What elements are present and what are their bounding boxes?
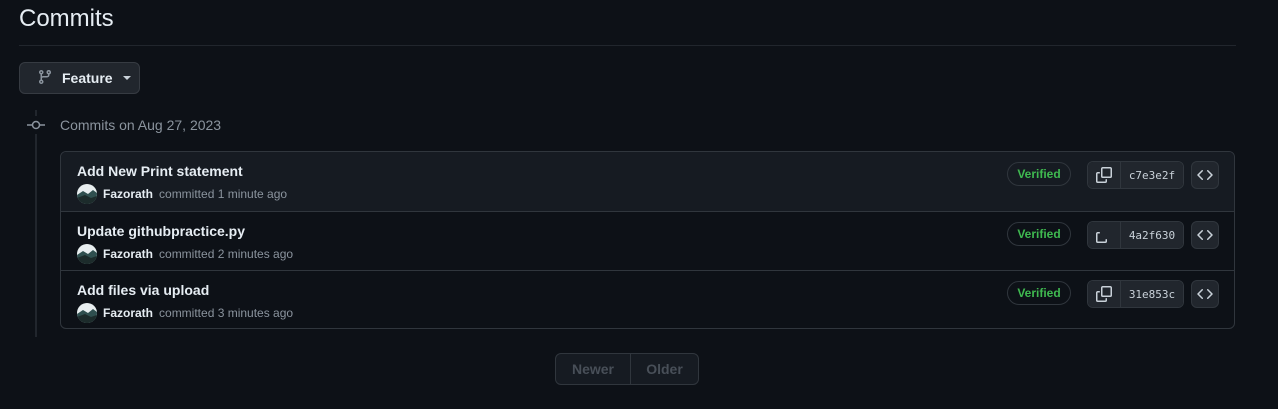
commit-time: committed 2 minutes ago: [159, 247, 294, 261]
commit-sha-group: c7e3e2f: [1087, 161, 1184, 189]
commit-group-heading: Commits on Aug 27, 2023: [60, 117, 222, 133]
older-button[interactable]: Older: [631, 354, 698, 384]
copy-icon[interactable]: [1088, 222, 1121, 248]
verified-badge[interactable]: Verified: [1007, 162, 1071, 186]
commit-sha-link[interactable]: 31e853c: [1121, 281, 1183, 307]
avatar[interactable]: [77, 244, 97, 264]
timeline-line: [35, 110, 37, 337]
verified-badge[interactable]: Verified: [1007, 281, 1071, 305]
commit-sha-group: 4a2f630: [1087, 221, 1184, 249]
git-commit-icon: [25, 116, 47, 134]
verified-badge[interactable]: Verified: [1007, 222, 1071, 246]
commit-message-link[interactable]: Add New Print statement: [77, 163, 243, 179]
code-icon[interactable]: [1191, 221, 1219, 249]
commit-author[interactable]: Fazorath: [103, 306, 153, 320]
commit-row: Add files via upload Fazorath committed …: [61, 271, 1234, 328]
title-divider: [19, 45, 1236, 46]
branch-selector-button[interactable]: Feature: [19, 62, 140, 94]
avatar[interactable]: [77, 303, 97, 323]
commit-list: Add New Print statement Fazorath committ…: [60, 151, 1235, 329]
page-title: Commits: [19, 5, 114, 32]
caret-down-icon: [122, 76, 131, 80]
commit-meta: Fazorath committed 3 minutes ago: [77, 303, 293, 323]
commit-message-link[interactable]: Add files via upload: [77, 282, 209, 298]
code-icon[interactable]: [1191, 161, 1219, 189]
commit-time: committed 1 minute ago: [159, 187, 288, 201]
commit-author[interactable]: Fazorath: [103, 247, 153, 261]
commit-time: committed 3 minutes ago: [159, 306, 294, 320]
copy-icon[interactable]: [1088, 162, 1121, 188]
pagination: Newer Older: [555, 353, 699, 385]
commit-author[interactable]: Fazorath: [103, 187, 153, 201]
commit-row: Update githubpractice.py Fazorath commit…: [61, 212, 1234, 271]
commit-row: Add New Print statement Fazorath committ…: [61, 152, 1234, 212]
branch-name: Feature: [62, 70, 113, 86]
commit-sha-link[interactable]: c7e3e2f: [1121, 162, 1183, 188]
newer-button[interactable]: Newer: [556, 354, 631, 384]
commit-sha-link[interactable]: 4a2f630: [1121, 222, 1183, 248]
code-icon[interactable]: [1191, 280, 1219, 308]
commit-sha-group: 31e853c: [1087, 280, 1184, 308]
git-branch-icon: [37, 69, 53, 88]
avatar[interactable]: [77, 184, 97, 204]
commit-meta: Fazorath committed 1 minute ago: [77, 184, 287, 204]
commit-meta: Fazorath committed 2 minutes ago: [77, 244, 293, 264]
commit-message-link[interactable]: Update githubpractice.py: [77, 223, 245, 239]
copy-icon[interactable]: [1088, 281, 1121, 307]
